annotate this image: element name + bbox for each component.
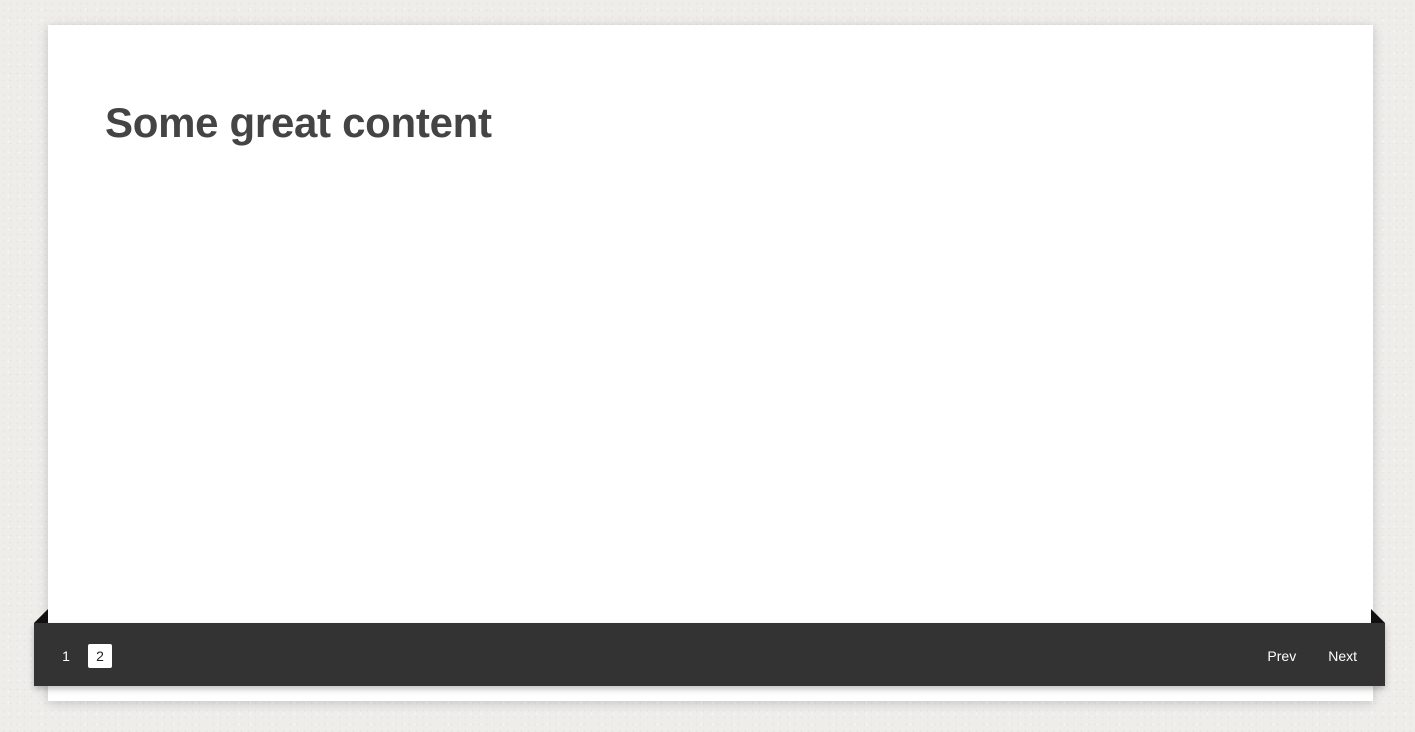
ribbon-fold-right bbox=[1371, 609, 1385, 623]
page-navigation: Prev Next bbox=[1267, 644, 1357, 668]
page-link-1[interactable]: 1 bbox=[58, 644, 74, 668]
next-button[interactable]: Next bbox=[1328, 644, 1357, 668]
prev-button[interactable]: Prev bbox=[1267, 644, 1296, 668]
ribbon-fold-left bbox=[34, 609, 48, 623]
page-heading: Some great content bbox=[105, 99, 492, 146]
page-link-2-current[interactable]: 2 bbox=[88, 644, 112, 668]
page-number-list: 1 2 bbox=[58, 644, 112, 668]
content-card: Some great content bbox=[48, 25, 1373, 701]
pagination-bar: 1 2 Prev Next bbox=[34, 623, 1385, 686]
